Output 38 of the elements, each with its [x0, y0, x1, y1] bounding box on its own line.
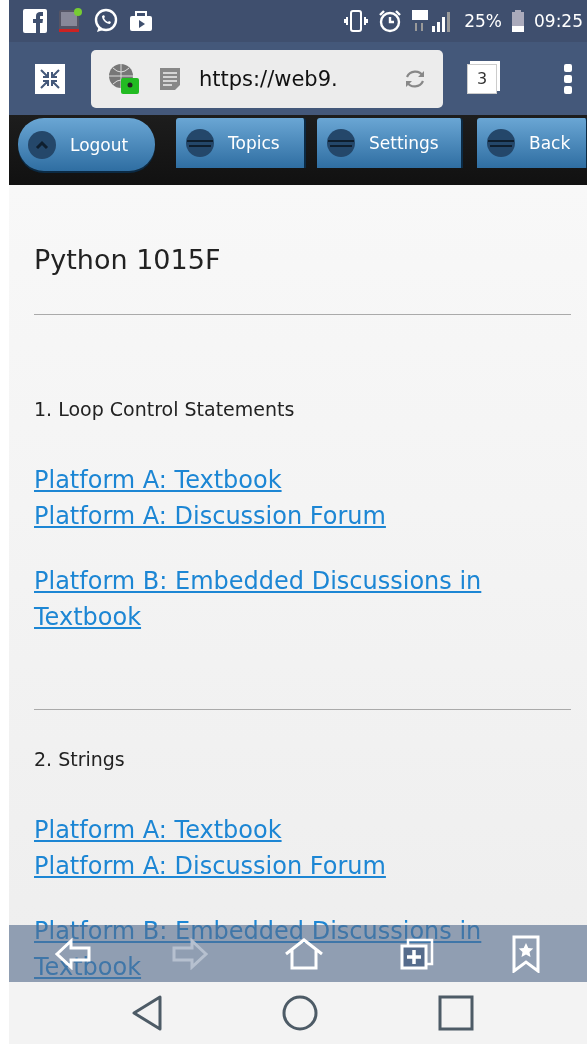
link[interactable]: Platform A: Textbook [34, 462, 282, 498]
more-menu-icon[interactable] [563, 63, 573, 94]
exit-fullscreen-icon[interactable] [35, 63, 65, 94]
recents-square-icon[interactable] [438, 995, 474, 1031]
home-icon[interactable] [283, 937, 324, 970]
caret-up-icon [28, 130, 56, 159]
back-triangle-icon[interactable] [132, 995, 162, 1031]
nav-button[interactable]: Settings [317, 118, 463, 168]
home-circle-icon[interactable] [282, 995, 318, 1031]
tab-count-button[interactable]: 3 [467, 63, 497, 94]
link[interactable]: Platform A: Discussion Forum [34, 498, 386, 534]
section-heading: 1. Loop Control Statements [34, 397, 296, 422]
globe-lock-icon [107, 61, 141, 96]
page-icon [159, 66, 181, 91]
video-case-icon [129, 10, 153, 32]
link[interactable]: Platform A: Textbook [34, 812, 282, 848]
bookmark-star-icon[interactable] [510, 934, 541, 973]
dark-orb-icon [186, 129, 214, 157]
dark-orb-icon [487, 129, 515, 157]
address-bar[interactable]: https://web9. [91, 49, 443, 108]
section-heading: 2. Strings [34, 747, 126, 772]
url-text: https://web9. [199, 66, 339, 91]
tabs-icon[interactable] [400, 937, 435, 970]
clock-time: 09:25 [534, 11, 583, 31]
dark-orb-icon [327, 129, 355, 157]
battery-percent: 25% [464, 11, 502, 31]
book-app-icon [57, 7, 83, 35]
link[interactable]: Platform B: Embedded Discussions in Textbook [34, 563, 504, 635]
nav-button[interactable]: Logout [18, 118, 155, 171]
alarm-icon [378, 9, 403, 33]
link[interactable]: Platform A: Discussion Forum [34, 848, 386, 884]
vibrate-icon [344, 9, 369, 33]
nav-button[interactable]: Topics [176, 118, 306, 168]
facebook-icon [23, 9, 47, 33]
page-title: Python 1015F [34, 243, 222, 277]
battery-icon [512, 10, 524, 32]
whatsapp-icon [93, 8, 119, 34]
nav-button[interactable]: Back [477, 118, 587, 168]
